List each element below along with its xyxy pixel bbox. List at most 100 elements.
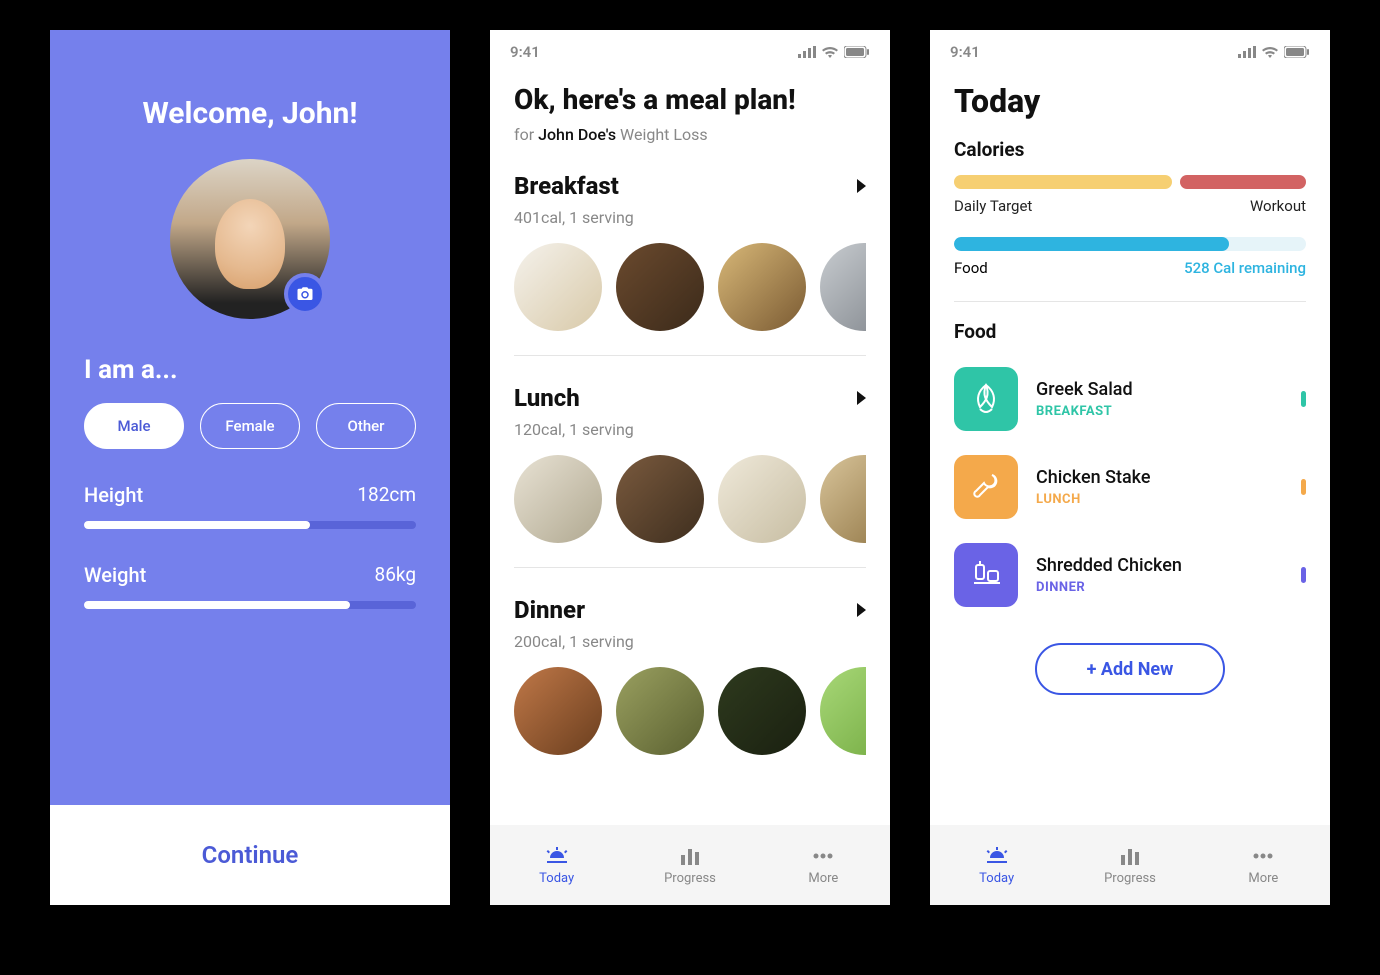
tab-more[interactable]: More <box>757 825 890 905</box>
food-thumb[interactable] <box>718 243 806 331</box>
target-bar <box>954 175 1172 189</box>
tab-label: More <box>1248 871 1278 886</box>
sub-prefix: for <box>514 125 538 144</box>
gender-female[interactable]: Female <box>200 403 300 449</box>
food-thumb[interactable] <box>718 455 806 543</box>
food-thumb[interactable] <box>616 455 704 543</box>
food-thumb[interactable] <box>820 455 866 543</box>
weight-slider[interactable] <box>84 601 416 609</box>
tab-progress[interactable]: Progress <box>1063 825 1196 905</box>
weight-value: 86kg <box>375 563 416 587</box>
welcome-title: Welcome, John! <box>143 96 358 131</box>
camera-icon[interactable] <box>284 273 326 315</box>
gender-other[interactable]: Other <box>316 403 416 449</box>
food-item[interactable]: Chicken Stake LUNCH <box>954 443 1306 531</box>
meal-sub: 401cal, 1 serving <box>514 208 866 227</box>
meal-thumbs[interactable] <box>514 667 866 755</box>
food-bar-label: Food <box>954 259 988 277</box>
chevron-right-icon <box>857 391 866 405</box>
food-meal: LUNCH <box>1036 492 1151 507</box>
tab-more[interactable]: More <box>1197 825 1330 905</box>
weight-label: Weight <box>84 563 146 587</box>
food-marker <box>1301 479 1306 495</box>
meal-sub: 120cal, 1 serving <box>514 420 866 439</box>
signal-icon <box>798 46 816 58</box>
food-thumb[interactable] <box>514 455 602 543</box>
height-value: 182cm <box>357 483 416 507</box>
dinner-icon <box>954 543 1018 607</box>
height-slider[interactable] <box>84 521 416 529</box>
today-body: Today Calories Daily Target Workout Food… <box>930 74 1330 825</box>
gender-male[interactable]: Male <box>84 403 184 449</box>
salad-icon <box>954 367 1018 431</box>
today-icon <box>984 845 1010 867</box>
food-list: Greek Salad BREAKFAST Chicken Stake LUNC… <box>954 355 1306 619</box>
weight-metric: Weight 86kg <box>84 563 416 609</box>
food-name: Shredded Chicken <box>1036 555 1182 576</box>
continue-button[interactable]: Continue <box>202 841 299 869</box>
food-heading: Food <box>954 320 1306 343</box>
chicken-icon <box>954 455 1018 519</box>
progress-icon <box>1117 845 1143 867</box>
today-screen: 9:41 Today Calories Daily Target Workout… <box>930 30 1330 905</box>
tab-bar: Today Progress More <box>490 825 890 905</box>
food-thumb[interactable] <box>616 667 704 755</box>
chevron-right-icon <box>857 179 866 193</box>
tab-label: More <box>808 871 838 886</box>
tab-today[interactable]: Today <box>490 825 623 905</box>
meal-breakfast: Breakfast 401cal, 1 serving <box>514 172 866 356</box>
divider <box>514 355 866 356</box>
divider <box>514 567 866 568</box>
meal-head[interactable]: Lunch <box>514 384 866 412</box>
calories-heading: Calories <box>954 138 1306 161</box>
onboarding-screen: Welcome, John! I am a... Male Female Oth… <box>50 30 450 905</box>
meal-head[interactable]: Breakfast <box>514 172 866 200</box>
workout-bar <box>1180 175 1306 189</box>
food-text: Chicken Stake LUNCH <box>1036 467 1151 507</box>
tab-label: Today <box>539 871 574 886</box>
food-thumb[interactable] <box>718 667 806 755</box>
meal-thumbs[interactable] <box>514 455 866 543</box>
tab-today[interactable]: Today <box>930 825 1063 905</box>
today-icon <box>544 845 570 867</box>
tab-label: Today <box>979 871 1014 886</box>
food-thumb[interactable] <box>820 667 866 755</box>
food-text: Greek Salad BREAKFAST <box>1036 379 1133 419</box>
meal-lunch: Lunch 120cal, 1 serving <box>514 384 866 568</box>
food-thumb[interactable] <box>514 243 602 331</box>
mealplan-title: Ok, here's a meal plan! <box>514 82 866 117</box>
workout-label: Workout <box>1250 197 1306 215</box>
wifi-icon <box>1262 46 1278 58</box>
meal-title: Lunch <box>514 384 580 412</box>
meal-head[interactable]: Dinner <box>514 596 866 624</box>
mealplan-subtitle: for John Doe's Weight Loss <box>514 125 866 144</box>
status-icons <box>798 46 870 58</box>
meal-dinner: Dinner 200cal, 1 serving <box>514 596 866 755</box>
calories-labels: Daily Target Workout <box>954 197 1306 215</box>
gender-row: Male Female Other <box>84 403 416 449</box>
tab-bar: Today Progress More <box>930 825 1330 905</box>
food-thumb[interactable] <box>616 243 704 331</box>
battery-icon <box>844 46 870 58</box>
meal-title: Dinner <box>514 596 585 624</box>
food-name: Greek Salad <box>1036 379 1133 400</box>
add-new-button[interactable]: + Add New <box>1035 643 1225 695</box>
meal-thumbs[interactable] <box>514 243 866 331</box>
status-time: 9:41 <box>950 43 980 61</box>
mealplan-body: Ok, here's a meal plan! for John Doe's W… <box>490 74 890 825</box>
food-name: Chicken Stake <box>1036 467 1151 488</box>
food-thumb[interactable] <box>514 667 602 755</box>
tab-progress[interactable]: Progress <box>623 825 756 905</box>
meal-sub: 200cal, 1 serving <box>514 632 866 651</box>
food-thumb[interactable] <box>820 243 866 331</box>
food-meal: BREAKFAST <box>1036 404 1133 419</box>
more-icon <box>1250 845 1276 867</box>
avatar-container <box>170 159 330 319</box>
status-time: 9:41 <box>510 43 540 61</box>
more-icon <box>810 845 836 867</box>
food-meal: DINNER <box>1036 580 1182 595</box>
battery-icon <box>1284 46 1310 58</box>
food-item[interactable]: Greek Salad BREAKFAST <box>954 355 1306 443</box>
tab-label: Progress <box>1104 871 1156 886</box>
food-item[interactable]: Shredded Chicken DINNER <box>954 531 1306 619</box>
